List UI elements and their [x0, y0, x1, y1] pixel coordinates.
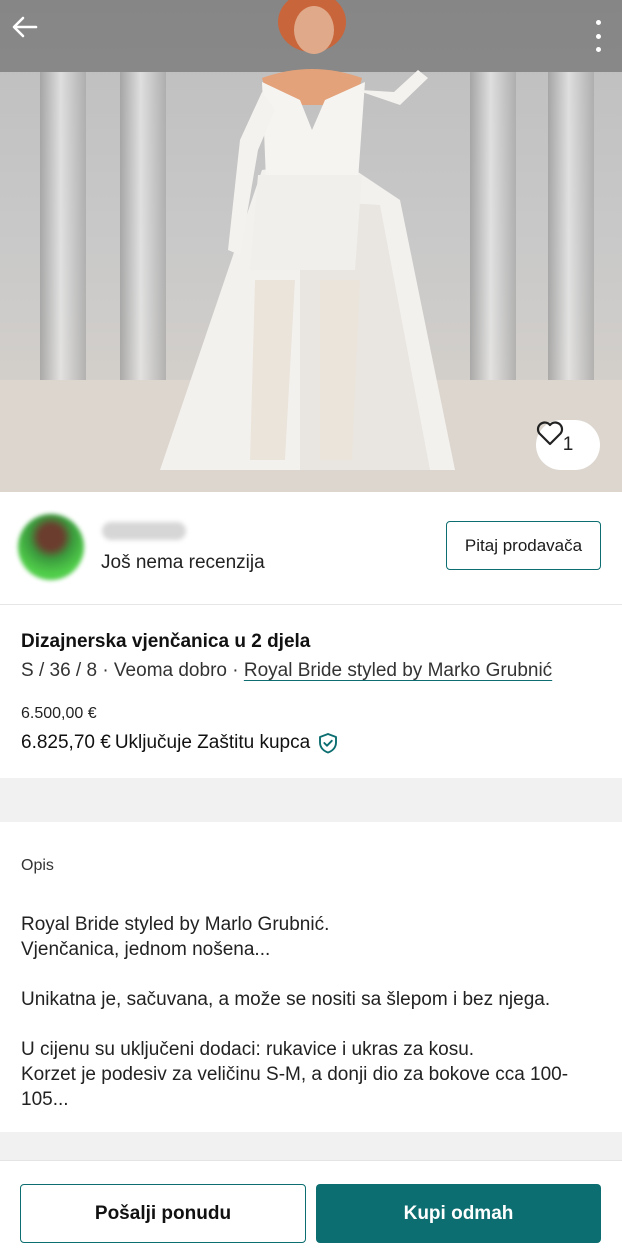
- wedding-dress-illustration: [160, 0, 455, 470]
- seller-section: Još nema recenzija Pitaj prodavača: [0, 492, 622, 605]
- buy-now-button[interactable]: Kupi odmah: [316, 1184, 601, 1243]
- seller-reviews: Još nema recenzija: [101, 552, 265, 573]
- item-price: 6.500,00 €: [21, 705, 97, 722]
- total-price-row[interactable]: 6.825,70 € Uključuje Zaštitu kupca: [21, 732, 339, 754]
- favorite-count: 1: [562, 434, 574, 455]
- ask-seller-button[interactable]: Pitaj prodavača: [446, 521, 601, 570]
- description-line: Vjenčanica, jednom nošena...: [21, 939, 271, 960]
- heart-outline-icon: [536, 421, 564, 446]
- buyer-protection-text: Uključuje Zaštitu kupca: [114, 732, 311, 753]
- item-meta: S / 36 / 8 · Veoma dobro · Royal Bride s…: [21, 658, 611, 684]
- description-label: Opis: [21, 857, 54, 874]
- item-title: Dizajnerska vjenčanica u 2 djela: [21, 631, 311, 652]
- seller-username-blurred[interactable]: [102, 522, 186, 540]
- shield-check-icon: [317, 732, 339, 754]
- item-info: Dizajnerska vjenčanica u 2 djela S / 36 …: [21, 630, 611, 684]
- more-vertical-icon: [595, 20, 601, 25]
- total-price: 6.825,70 €: [21, 732, 111, 753]
- description-blank-line: [21, 962, 606, 987]
- bottom-action-bar: Pošalji ponudu Kupi odmah: [0, 1160, 622, 1260]
- section-divider: [0, 1132, 622, 1160]
- back-button[interactable]: [12, 16, 50, 54]
- favorite-button[interactable]: 1: [536, 420, 600, 470]
- section-divider: [0, 778, 622, 822]
- description-text: Royal Bride styled by Marlo Grubnić. Vje…: [21, 912, 606, 1112]
- more-options-button[interactable]: [588, 18, 608, 54]
- item-size-condition: S / 36 / 8 · Veoma dobro ·: [21, 660, 244, 681]
- description-line: Korzet je podesiv za veličinu S-M, a don…: [21, 1064, 569, 1110]
- description-line: Royal Bride styled by Marlo Grubnić.: [21, 914, 330, 935]
- item-photo[interactable]: 1: [0, 0, 622, 492]
- brand-link[interactable]: Royal Bride styled by Marko Grubnić: [244, 660, 552, 681]
- seller-avatar[interactable]: [18, 514, 84, 580]
- description-line: U cijenu su uključeni dodaci: rukavice i…: [21, 1039, 475, 1060]
- description-blank-line: [21, 1012, 606, 1037]
- description-line: Unikatna je, sačuvana, a može se nositi …: [21, 989, 551, 1010]
- arrow-left-icon: [12, 16, 38, 38]
- make-offer-button[interactable]: Pošalji ponudu: [20, 1184, 306, 1243]
